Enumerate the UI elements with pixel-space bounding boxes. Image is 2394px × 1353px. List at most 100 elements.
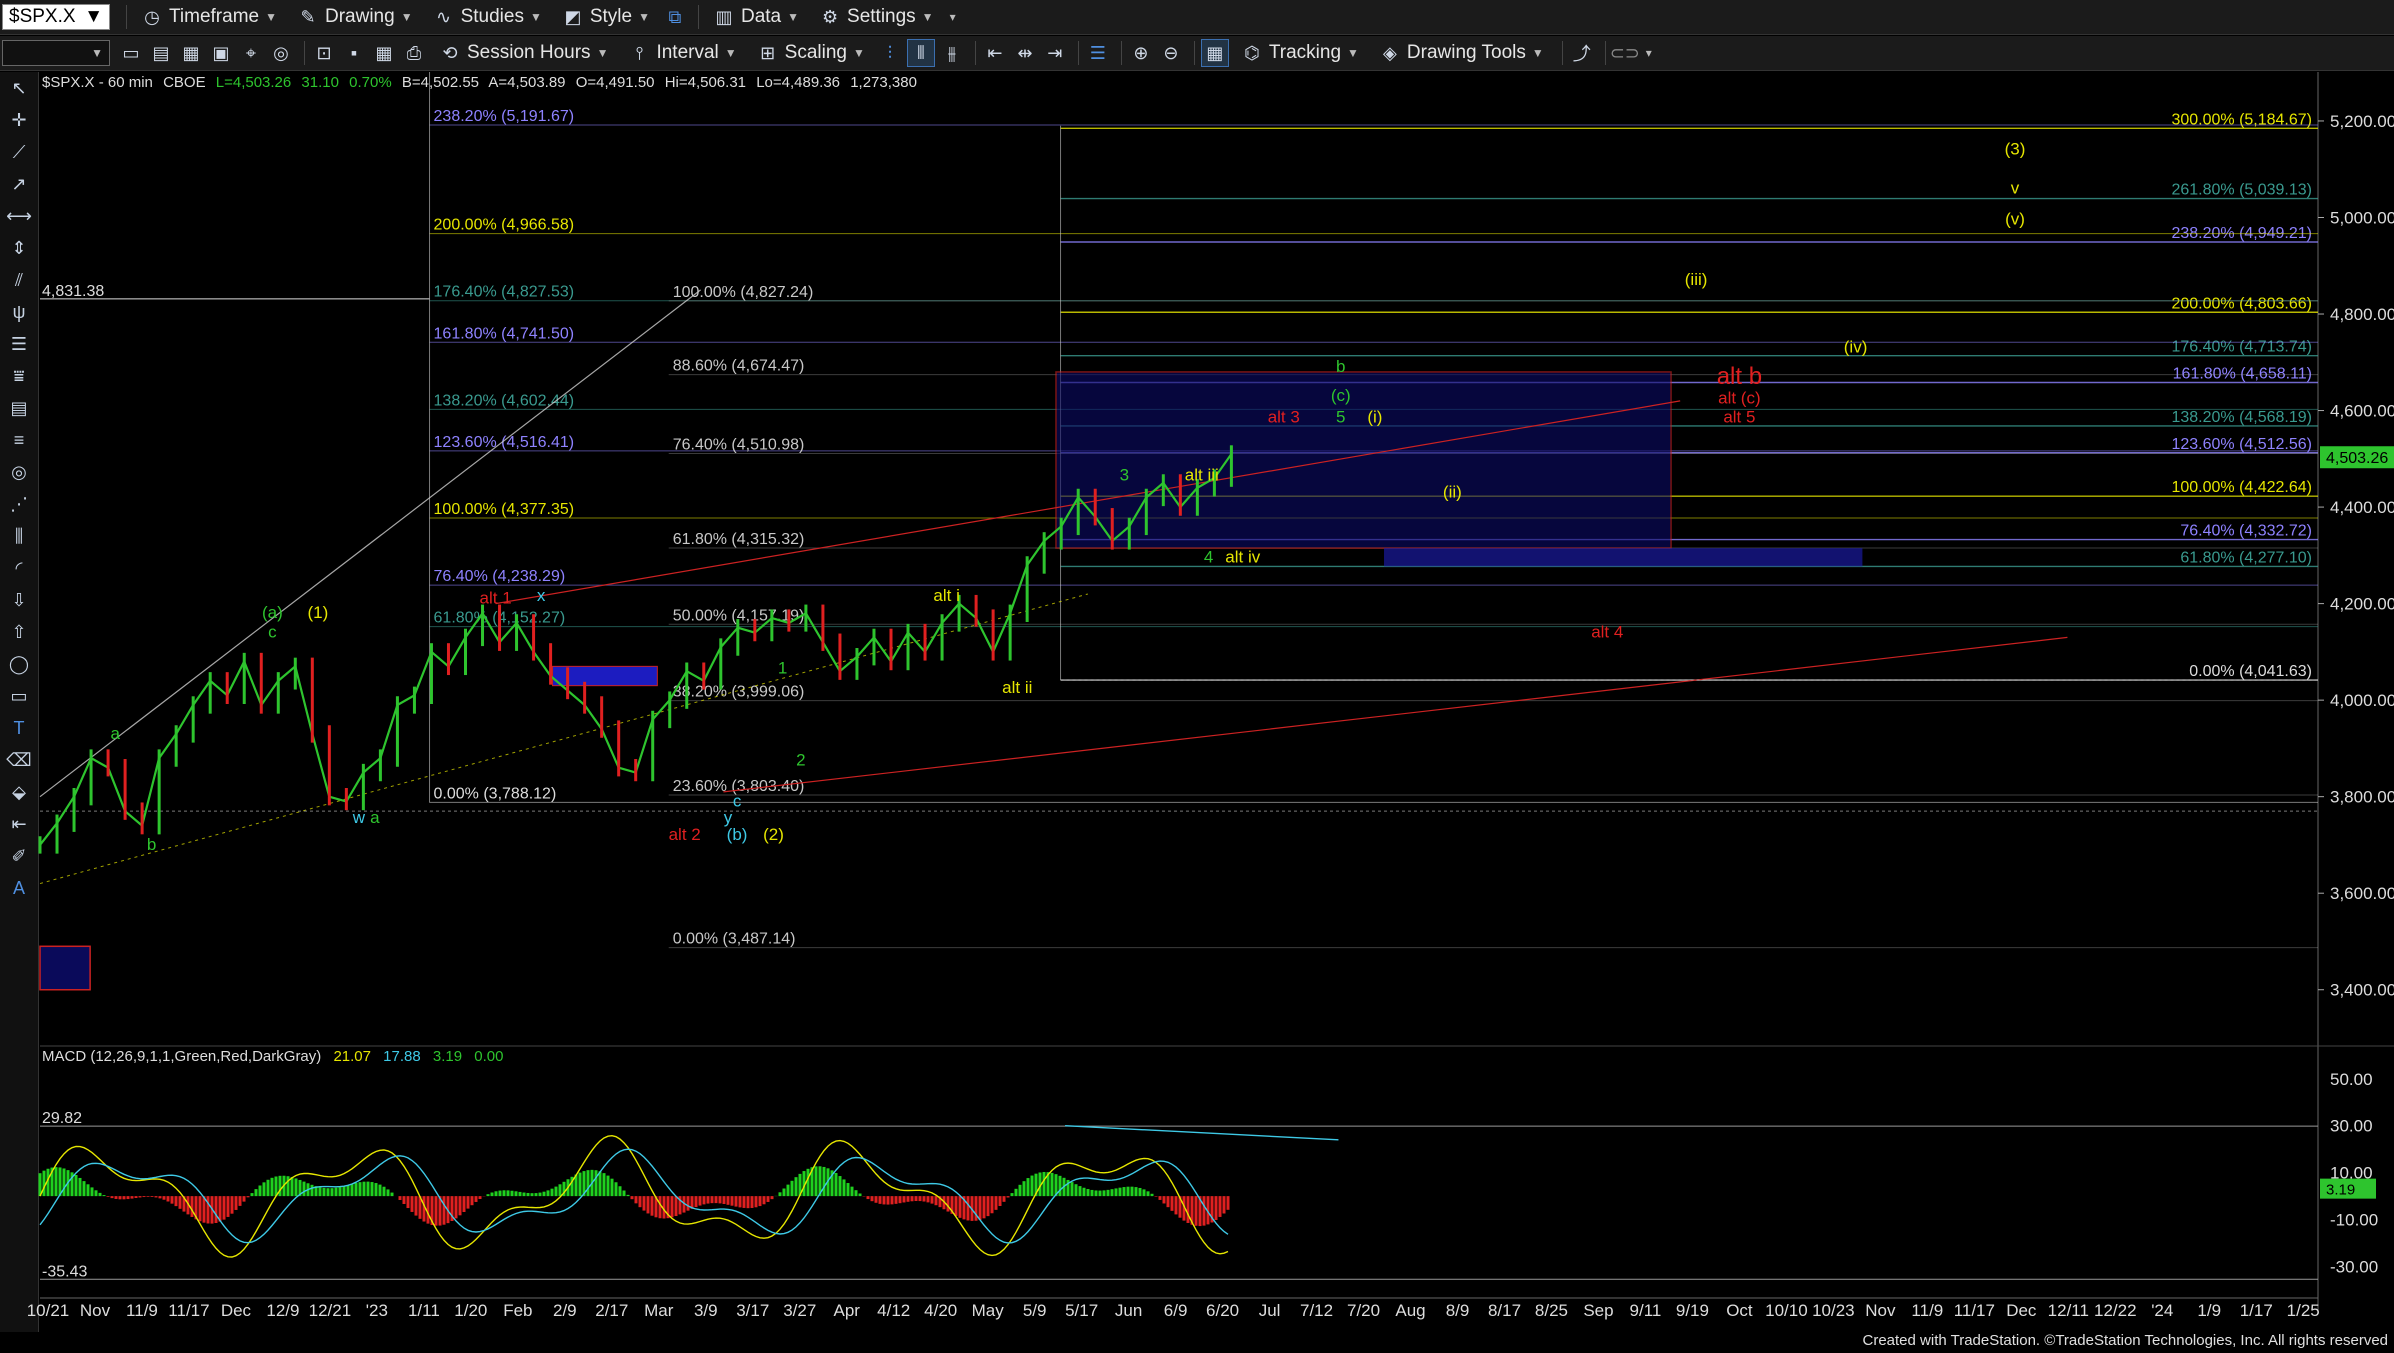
- wave-label: (3): [2005, 140, 2026, 159]
- time-tick-label: 4/12: [877, 1301, 910, 1320]
- macd-lower-label: -35.43: [42, 1263, 87, 1280]
- price-series: [38, 445, 1233, 854]
- time-tick-label: '24: [2151, 1301, 2173, 1320]
- symbol-interval: $SPX.X - 60 min: [42, 74, 153, 91]
- ask: A=4,503.89: [488, 74, 566, 91]
- fib-label-right: 261.80% (5,039.13): [2171, 182, 2312, 199]
- wave-label: (i): [1367, 408, 1382, 427]
- fib-label-right: 300.00% (5,184.67): [2171, 111, 2312, 128]
- time-tick-label: Feb: [503, 1301, 532, 1320]
- time-tick-label: 12/9: [266, 1301, 299, 1320]
- price-tick-label: 4,000.00: [2330, 691, 2394, 710]
- fib-label-left: 200.00% (4,966.58): [434, 217, 575, 234]
- price-tick-label: 4,800.00: [2330, 305, 2394, 324]
- price-tick-label: 3,400.00: [2330, 981, 2394, 1000]
- price-tick-label: 4,400.00: [2330, 498, 2394, 517]
- macd-label: MACD (12,26,9,1,1,Green,Red,DarkGray): [42, 1048, 322, 1065]
- time-tick-label: 4/20: [924, 1301, 957, 1320]
- wave-label: alt ii: [1002, 678, 1032, 697]
- time-tick-label: Nov: [1865, 1301, 1896, 1320]
- fib-label-mid: 100.00% (4,827.24): [673, 284, 814, 301]
- gap-box-low: [39, 945, 91, 991]
- time-tick-label: Jun: [1115, 1301, 1142, 1320]
- macd-tick-label: 30.00: [2330, 1117, 2373, 1136]
- price-tick-label: 3,600.00: [2330, 884, 2394, 903]
- time-tick-label: 6/20: [1206, 1301, 1239, 1320]
- fib-label-mid: 88.60% (4,674.47): [673, 358, 805, 375]
- high: Hi=4,506.31: [664, 74, 747, 91]
- time-tick-label: 6/9: [1164, 1301, 1188, 1320]
- fib-label-left: 138.20% (4,602.44): [434, 392, 575, 409]
- wave-label: 1: [778, 659, 787, 678]
- macd-trendline: [1065, 1125, 1339, 1141]
- wave-label: alt iv: [1225, 548, 1260, 567]
- target-box: [1055, 371, 1672, 549]
- price-chart[interactable]: 300.00% (5,184.67)261.80% (5,039.13)238.…: [0, 0, 2394, 1353]
- wave-label: (c): [1331, 386, 1351, 405]
- wave-label: 2: [796, 750, 805, 769]
- trendline-dotted: [39, 593, 1089, 885]
- wave-label: a: [110, 724, 120, 743]
- wave-label: (a): [262, 603, 283, 622]
- time-tick-label: 10/23: [1812, 1301, 1855, 1320]
- wave-label: (1): [308, 603, 329, 622]
- time-tick-label: 7/20: [1347, 1301, 1380, 1320]
- macd-line: [39, 1134, 1229, 1258]
- time-tick-label: Aug: [1395, 1301, 1425, 1320]
- wave-label: (v): [2005, 210, 2025, 229]
- last-price: L=4,503.26: [215, 74, 292, 91]
- wave-label: c: [733, 791, 742, 810]
- fib-label-right: 61.80% (4,277.10): [2180, 549, 2312, 566]
- fib-label-mid: 76.40% (4,510.98): [673, 437, 805, 454]
- last-price-label: 4,503.26: [2326, 450, 2388, 467]
- chart-header: $SPX.X - 60 min CBOE L=4,503.26 31.10 0.…: [42, 74, 923, 91]
- macd-avg: 17.88: [383, 1048, 421, 1065]
- time-tick-label: 11/17: [168, 1301, 209, 1320]
- time-tick-label: 1/9: [2197, 1301, 2221, 1320]
- time-tick-label: 11/9: [126, 1301, 158, 1320]
- price-line: [39, 453, 1233, 846]
- time-tick-label: 1/25: [2287, 1301, 2320, 1320]
- time-tick-label: 9/19: [1676, 1301, 1709, 1320]
- fib-label-left: 238.20% (5,191.67): [434, 108, 575, 125]
- time-axis: 10/21 Nov 11/9 11/17 Dec 12/9 12/21 '23 1/11 1/20…: [27, 1301, 2320, 1320]
- time-tick-label: 12/11: [2048, 1301, 2089, 1320]
- wave-label: alt 4: [1591, 622, 1623, 641]
- price-tick-label: 4,600.00: [2330, 402, 2394, 421]
- macd-tick-label: 50.00: [2330, 1070, 2373, 1089]
- wave-label: alt 2: [669, 825, 701, 844]
- time-tick-label: 11/9: [1911, 1301, 1943, 1320]
- macd-signal-line: [39, 1148, 1229, 1244]
- wave-label: alt 1: [480, 589, 512, 608]
- low: Lo=4,489.36: [756, 74, 841, 91]
- wave-label: alt 5: [1723, 408, 1755, 427]
- time-tick-label: 1/20: [454, 1301, 487, 1320]
- fib-label-right: 200.00% (4,803.66): [2171, 295, 2312, 312]
- time-tick-label: 2/17: [595, 1301, 628, 1320]
- time-tick-label: 2/9: [553, 1301, 577, 1320]
- wave-label: 4: [1204, 548, 1213, 567]
- macd-last-label: 3.19: [2326, 1182, 2355, 1199]
- macd-diff: 3.19: [432, 1048, 463, 1065]
- price-tick-label: 4,200.00: [2330, 595, 2394, 614]
- left-level-label: 4,831.38: [42, 283, 104, 300]
- fib-label-right: 138.20% (4,568.19): [2171, 409, 2312, 426]
- macd-tick-label: -10.00: [2330, 1211, 2378, 1230]
- time-tick-label: 7/12: [1300, 1301, 1333, 1320]
- macd-upper-label: 29.82: [42, 1110, 82, 1127]
- macd-panel: 50.0030.0010.00-10.00-30.0029.82-35.433.…: [38, 1070, 2378, 1280]
- fib-label-mid: 61.80% (4,315.32): [673, 531, 805, 548]
- time-tick-label: Dec: [221, 1301, 252, 1320]
- wave-label: b: [1336, 357, 1345, 376]
- fib-label-mid: 0.00% (3,487.14): [673, 931, 796, 948]
- time-tick-label: 3/27: [783, 1301, 816, 1320]
- fib-label-right: 161.80% (4,658.11): [2173, 366, 2312, 383]
- wave-label: a: [370, 808, 380, 827]
- fib-label-mid: 38.20% (3,999.06): [673, 684, 805, 701]
- time-tick-label: 8/9: [1446, 1301, 1470, 1320]
- time-tick-label: 9/11: [1630, 1301, 1662, 1320]
- time-tick-label: 8/25: [1535, 1301, 1568, 1320]
- price-tick-label: 5,200.00: [2330, 112, 2394, 131]
- time-tick-label: Jul: [1259, 1301, 1281, 1320]
- pct-change: 0.70%: [349, 74, 392, 91]
